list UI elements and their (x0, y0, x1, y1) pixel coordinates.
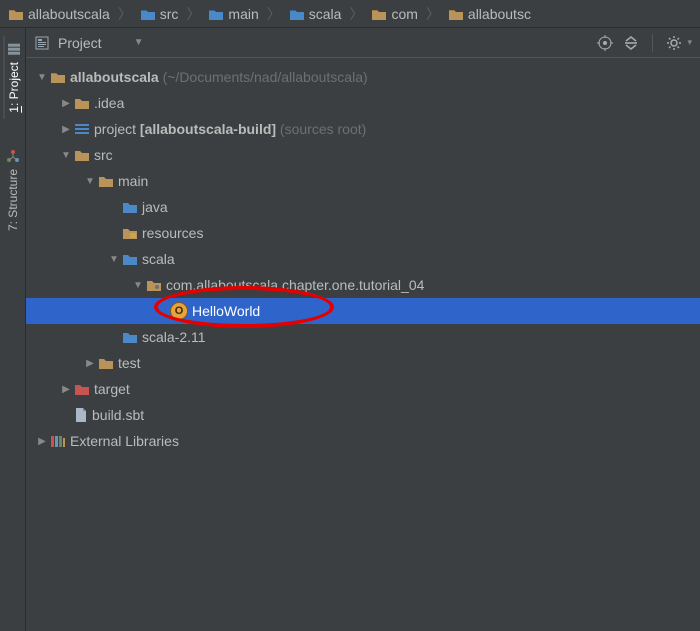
panel-title[interactable]: Project (58, 35, 102, 51)
module-icon (74, 122, 90, 136)
source-folder-icon (122, 200, 138, 214)
tree-root[interactable]: ▼ allaboutscala (~/Documents/nad/allabou… (26, 64, 700, 90)
breadcrumb-item[interactable]: com (367, 4, 421, 24)
folder-icon (50, 70, 66, 84)
tree-item-scala211[interactable]: ▶ scala-2.11 (26, 324, 700, 350)
tree-item-target[interactable]: ▶ target (26, 376, 700, 402)
tree-label: main (118, 173, 148, 189)
excluded-folder-icon (74, 382, 90, 396)
tree-label: .idea (94, 95, 124, 111)
breadcrumb-item[interactable]: allaboutscala (4, 4, 114, 24)
folder-icon (289, 7, 305, 21)
collapse-arrow-icon[interactable]: ▼ (58, 150, 74, 161)
separator (652, 34, 653, 52)
libraries-icon (50, 434, 66, 448)
breadcrumb-label: main (228, 6, 258, 22)
tree-label: com.allaboutscala.chapter.one.tutorial_0… (166, 277, 424, 293)
folder-icon (98, 356, 114, 370)
source-folder-icon (122, 330, 138, 344)
folder-icon (371, 7, 387, 21)
breadcrumb-label: src (160, 6, 179, 22)
folder-icon (74, 148, 90, 162)
tree-item-package[interactable]: ▼ com.allaboutscala.chapter.one.tutorial… (26, 272, 700, 298)
tree-label: target (94, 381, 130, 397)
tree-label: java (142, 199, 168, 215)
chevron-right-icon: 〉 (116, 4, 134, 24)
folder-icon (140, 7, 156, 21)
collapse-arrow-icon[interactable]: ▼ (34, 72, 50, 83)
expand-arrow-icon[interactable]: ▶ (58, 384, 74, 395)
chevron-down-icon[interactable]: ▼ (134, 37, 144, 48)
tree-item-build-sbt[interactable]: ▶ build.sbt (26, 402, 700, 428)
tree-item-resources[interactable]: ▶ resources (26, 220, 700, 246)
breadcrumb-item[interactable]: scala (285, 4, 346, 24)
tool-gutter: 1: Project 7: Structure (0, 28, 26, 631)
breadcrumb-item[interactable]: main (204, 4, 262, 24)
project-icon (7, 42, 21, 56)
project-panel: Project ▼ ▾ ▼ allaboutscala (26, 28, 700, 631)
collapse-arrow-icon[interactable]: ▼ (106, 254, 122, 265)
collapse-arrow-icon[interactable]: ▼ (130, 280, 146, 291)
gutter-label: 7: Structure (6, 169, 20, 231)
chevron-down-icon[interactable]: ▾ (687, 37, 692, 48)
panel-header: Project ▼ ▾ (26, 28, 700, 58)
package-icon (146, 278, 162, 292)
source-folder-icon (122, 252, 138, 266)
structure-icon (6, 149, 20, 163)
collapse-all-icon[interactable] (622, 34, 640, 52)
tree-label: resources (142, 225, 203, 241)
folder-icon (98, 174, 114, 188)
tree-item-java[interactable]: ▶ java (26, 194, 700, 220)
tree-label: scala (142, 251, 175, 267)
tree-external-libraries[interactable]: ▶ External Libraries (26, 428, 700, 454)
breadcrumb: allaboutscala 〉 src 〉 main 〉 scala 〉 com… (0, 0, 700, 28)
breadcrumb-label: com (391, 6, 417, 22)
gear-icon[interactable] (665, 34, 683, 52)
breadcrumb-label: allaboutscala (28, 6, 110, 22)
breadcrumb-label: allaboutsc (468, 6, 531, 22)
tree-label: allaboutscala (~/Documents/nad/allabouts… (70, 69, 368, 85)
gutter-label: 1: Project (7, 62, 21, 113)
expand-arrow-icon[interactable]: ▶ (58, 124, 74, 135)
breadcrumb-item[interactable]: allaboutsc (444, 4, 535, 24)
tree-item-project-module[interactable]: ▶ project [allaboutscala-build] (sources… (26, 116, 700, 142)
folder-icon (208, 7, 224, 21)
tree-item-idea[interactable]: ▶ .idea (26, 90, 700, 116)
expand-arrow-icon[interactable]: ▶ (34, 436, 50, 447)
file-icon (74, 407, 88, 423)
tree-item-scala[interactable]: ▼ scala (26, 246, 700, 272)
tree-item-main[interactable]: ▼ main (26, 168, 700, 194)
expand-arrow-icon[interactable]: ▶ (82, 358, 98, 369)
folder-icon (448, 7, 464, 21)
locate-icon[interactable] (596, 34, 614, 52)
tree-label: External Libraries (70, 433, 179, 449)
tree-item-src[interactable]: ▼ src (26, 142, 700, 168)
tree-item-helloworld[interactable]: ▶ O HelloWorld (26, 298, 700, 324)
breadcrumb-label: scala (309, 6, 342, 22)
project-tree[interactable]: ▼ allaboutscala (~/Documents/nad/allabou… (26, 58, 700, 460)
gutter-project-tab[interactable]: 1: Project (3, 36, 23, 119)
project-view-icon (34, 35, 50, 51)
tree-label: build.sbt (92, 407, 144, 423)
folder-icon (8, 7, 24, 21)
expand-arrow-icon[interactable]: ▶ (58, 98, 74, 109)
folder-icon (74, 96, 90, 110)
gutter-structure-tab[interactable]: 7: Structure (4, 143, 22, 237)
resources-folder-icon (122, 226, 138, 240)
tree-label: project [allaboutscala-build] (sources r… (94, 121, 366, 137)
breadcrumb-item[interactable]: src (136, 4, 183, 24)
scala-object-icon: O (170, 302, 188, 320)
tree-label: src (94, 147, 113, 163)
tree-item-test[interactable]: ▶ test (26, 350, 700, 376)
tree-label: HelloWorld (192, 303, 260, 319)
collapse-arrow-icon[interactable]: ▼ (82, 176, 98, 187)
tree-label: test (118, 355, 141, 371)
chevron-right-icon: 〉 (424, 4, 442, 24)
tree-label: scala-2.11 (142, 329, 206, 345)
chevron-right-icon: 〉 (347, 4, 365, 24)
chevron-right-icon: 〉 (184, 4, 202, 24)
chevron-right-icon: 〉 (265, 4, 283, 24)
